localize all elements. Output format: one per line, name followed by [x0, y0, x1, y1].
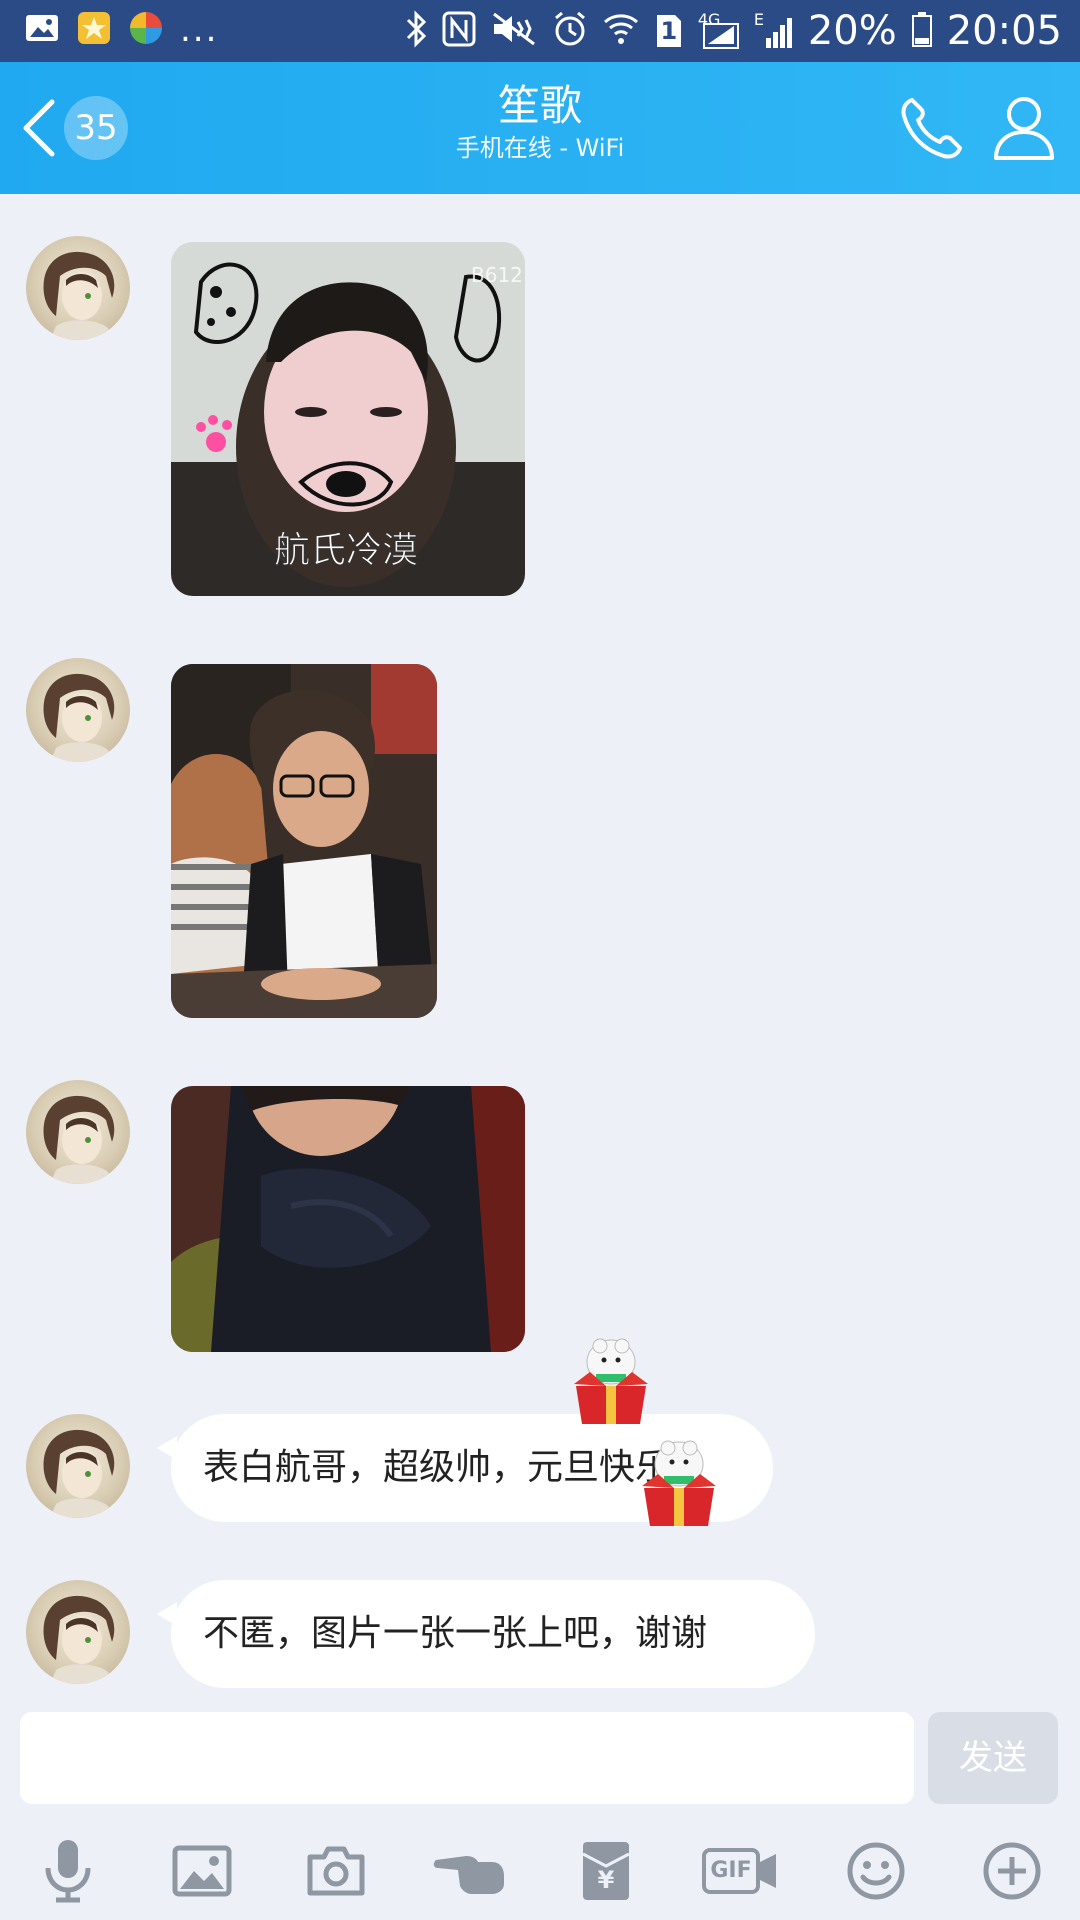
camera-button[interactable]: [296, 1836, 376, 1906]
mute-icon: [490, 10, 538, 52]
emoji-icon: [846, 1841, 906, 1901]
wifi-icon: [602, 10, 640, 52]
message-input[interactable]: [20, 1712, 914, 1804]
call-button[interactable]: [896, 92, 968, 164]
contact-avatar[interactable]: [26, 236, 130, 340]
gif-button[interactable]: GIF: [700, 1836, 780, 1906]
app-icon: [128, 10, 164, 50]
contact-avatar[interactable]: [26, 658, 130, 762]
input-toolbar: ¥ GIF: [0, 1836, 1080, 1906]
contact-avatar[interactable]: [26, 1580, 130, 1684]
image-icon: [172, 1845, 232, 1897]
red-packet-label: ¥: [597, 1866, 615, 1894]
profile-button[interactable]: [988, 92, 1060, 164]
status-bar: ... 1 4G E 20% 20:05: [0, 0, 1080, 62]
send-button[interactable]: 发送: [928, 1712, 1058, 1804]
sim-icon: 1: [654, 12, 684, 50]
gallery-icon: [24, 11, 60, 49]
chat-title-block: 笙歌 手机在线 - WiFi: [240, 80, 840, 164]
phone-icon: [896, 98, 968, 168]
sim-label: 1: [660, 17, 678, 45]
battery-percent: 20%: [807, 8, 897, 54]
plus-icon: [982, 1841, 1042, 1901]
microphone-icon: [40, 1838, 96, 1904]
user-icon: [988, 97, 1060, 168]
photo-button[interactable]: [162, 1836, 242, 1906]
nfc-icon: [442, 10, 476, 52]
bluetooth-icon: [404, 10, 428, 52]
unread-count-badge: 35: [64, 96, 128, 160]
input-area: 发送 ¥ GIF: [0, 1700, 1080, 1920]
image-message[interactable]: [171, 1086, 525, 1352]
poke-icon: [432, 1846, 508, 1896]
online-status: 手机在线 - WiFi: [455, 134, 625, 162]
voice-button[interactable]: [28, 1836, 108, 1906]
poke-button[interactable]: [430, 1836, 510, 1906]
contact-name: 笙歌: [497, 81, 582, 130]
gif-icon: GIF: [702, 1846, 778, 1896]
contact-avatar[interactable]: [26, 1414, 130, 1518]
battery-icon: [911, 10, 933, 52]
image-caption: 航氏冷漠: [274, 530, 418, 571]
signal-icon: E: [754, 12, 794, 50]
message-text: 不匿，图片一张一张上吧，谢谢: [203, 1613, 708, 1654]
text-message-bubble[interactable]: 不匿，图片一张一张上吧，谢谢: [157, 1580, 815, 1688]
message-text: 表白航哥，超级帅，元旦快乐: [203, 1447, 672, 1488]
star-badge-icon: [76, 10, 112, 50]
red-packet-icon: ¥: [581, 1840, 631, 1902]
camera-icon: [306, 1845, 366, 1897]
gift-bear-sticker-icon: [638, 1434, 720, 1526]
notification-more: ...: [180, 10, 219, 50]
image-message[interactable]: 航氏冷漠 B612: [171, 242, 525, 596]
chat-header: 35 笙歌 手机在线 - WiFi: [0, 62, 1080, 194]
more-button[interactable]: [972, 1836, 1052, 1906]
network-type: 4G: [698, 12, 740, 50]
image-corner-tag: B612: [471, 263, 523, 287]
gift-bear-sticker-icon: [570, 1332, 652, 1424]
emoji-button[interactable]: [836, 1836, 916, 1906]
image-message[interactable]: [171, 664, 437, 1018]
alarm-icon: [552, 10, 588, 52]
gif-label: GIF: [710, 1858, 752, 1883]
back-button[interactable]: 35: [14, 92, 134, 162]
chevron-left-icon: [20, 98, 56, 162]
red-packet-button[interactable]: ¥: [566, 1836, 646, 1906]
clock: 20:05: [946, 8, 1062, 54]
contact-avatar[interactable]: [26, 1080, 130, 1184]
